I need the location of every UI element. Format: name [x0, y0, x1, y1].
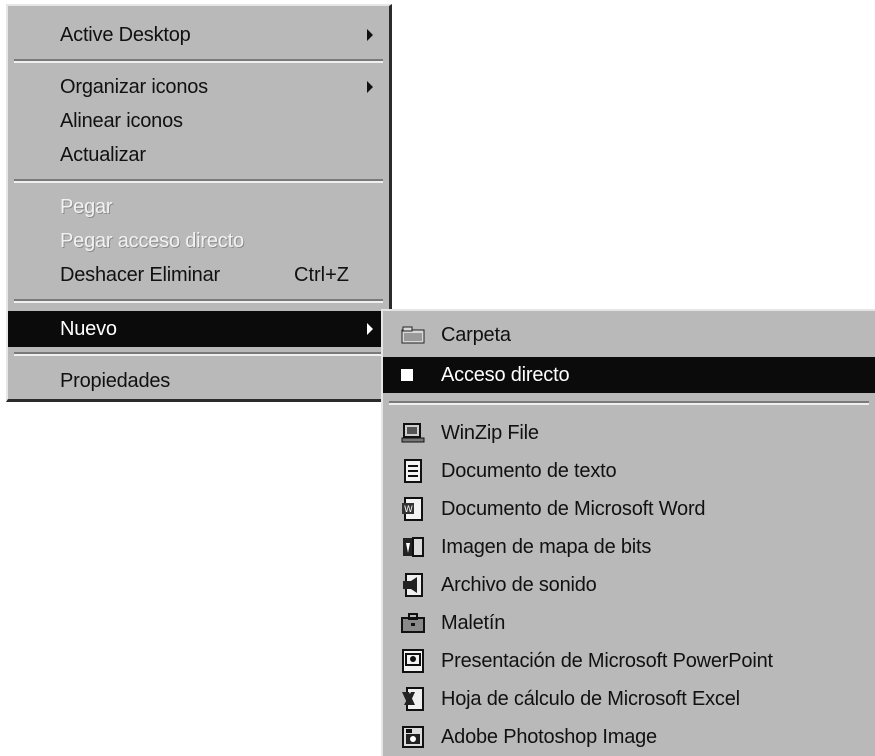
menu-item-label: Propiedades [60, 369, 171, 392]
menu-separator [14, 59, 383, 63]
submenu-item-label: Presentación de Microsoft PowerPoint [441, 649, 773, 672]
excel-icon [401, 687, 425, 711]
submenu-item-carpeta[interactable]: Carpeta [383, 317, 875, 353]
submenu-item-label: Documento de texto [441, 459, 617, 482]
folder-icon [401, 324, 425, 346]
submenu-item-archivo-sonido[interactable]: Archivo de sonido [383, 567, 875, 603]
menu-item-label: Nuevo [60, 317, 117, 340]
sound-file-icon [401, 573, 425, 597]
text-document-icon [401, 459, 425, 483]
menu-item-pegar-acceso-directo: Pegar acceso directo [8, 224, 389, 258]
submenu-item-winzip[interactable]: WinZip File [383, 415, 875, 451]
submenu-arrow-icon [367, 29, 373, 41]
submenu-arrow-icon [367, 81, 373, 93]
menu-item-pegar: Pegar [8, 190, 389, 224]
submenu-item-label: Acceso directo [441, 363, 570, 386]
menu-item-shortcut: Ctrl+Z [294, 263, 349, 286]
submenu-item-maletin[interactable]: Maletín [383, 605, 875, 641]
briefcase-icon [401, 612, 425, 634]
submenu-item-label: Maletín [441, 611, 506, 634]
menu-item-label: Active Desktop [60, 23, 191, 46]
desktop-context-menu: Active Desktop Organizar iconos Alinear … [6, 4, 392, 402]
submenu-arrow-icon [367, 323, 373, 335]
submenu-item-acceso-directo[interactable]: Acceso directo [383, 357, 875, 393]
menu-separator [14, 179, 383, 183]
menu-item-label: Organizar iconos [60, 75, 208, 98]
submenu-item-excel[interactable]: Hoja de cálculo de Microsoft Excel [383, 681, 875, 717]
menu-item-label: Pegar acceso directo [60, 229, 244, 252]
menu-item-active-desktop[interactable]: Active Desktop [8, 18, 389, 52]
menu-item-propiedades[interactable]: Propiedades [8, 364, 389, 398]
submenu-item-label: Carpeta [441, 323, 511, 346]
bitmap-image-icon [401, 536, 425, 558]
new-submenu: Carpeta Acceso directo WinZip File Docum… [381, 309, 875, 756]
menu-separator [14, 352, 383, 356]
submenu-item-mapa-bits[interactable]: Imagen de mapa de bits [383, 529, 875, 565]
submenu-item-label: Adobe Photoshop Image [441, 725, 657, 748]
menu-item-organizar-iconos[interactable]: Organizar iconos [8, 70, 389, 104]
menu-item-actualizar[interactable]: Actualizar [8, 138, 389, 172]
menu-item-alinear-iconos[interactable]: Alinear iconos [8, 104, 389, 138]
menu-item-deshacer-eliminar[interactable]: Deshacer Eliminar Ctrl+Z [8, 258, 389, 292]
word-document-icon: W [401, 497, 425, 521]
menu-item-label: Alinear iconos [60, 109, 183, 132]
menu-item-label: Actualizar [60, 143, 146, 166]
submenu-item-label: Documento de Microsoft Word [441, 497, 706, 520]
submenu-item-label: Hoja de cálculo de Microsoft Excel [441, 687, 740, 710]
menu-separator [389, 401, 869, 405]
submenu-item-label: Archivo de sonido [441, 573, 597, 596]
menu-item-label: Pegar [60, 195, 113, 218]
shortcut-icon [401, 369, 413, 381]
menu-item-label: Deshacer Eliminar [60, 263, 220, 286]
submenu-item-documento-word[interactable]: W Documento de Microsoft Word [383, 491, 875, 527]
submenu-item-label: WinZip File [441, 421, 539, 444]
powerpoint-icon [401, 649, 425, 673]
winzip-icon [401, 422, 425, 444]
menu-separator [14, 299, 383, 303]
photoshop-icon [401, 726, 425, 748]
submenu-item-powerpoint[interactable]: Presentación de Microsoft PowerPoint [383, 643, 875, 679]
submenu-item-photoshop[interactable]: Adobe Photoshop Image [383, 719, 875, 755]
submenu-item-label: Imagen de mapa de bits [441, 535, 652, 558]
submenu-item-documento-texto[interactable]: Documento de texto [383, 453, 875, 489]
menu-item-nuevo[interactable]: Nuevo [8, 311, 389, 347]
svg-text:W: W [404, 505, 413, 515]
